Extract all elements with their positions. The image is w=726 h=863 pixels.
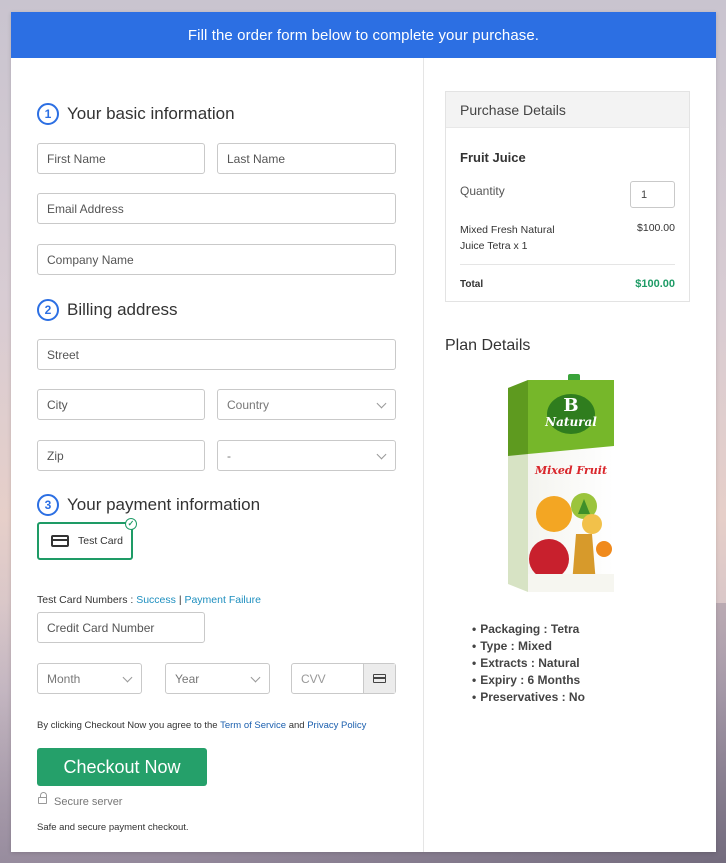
street-input[interactable]: Street: [37, 339, 396, 370]
test-numbers-label: Test Card Numbers :: [37, 594, 134, 606]
zip-placeholder: Zip: [47, 448, 64, 463]
test-card-numbers: Test Card Numbers : Success | Payment Fa…: [37, 594, 261, 606]
header-banner: Fill the order form below to complete yo…: [11, 12, 716, 58]
email-input[interactable]: Email Address: [37, 193, 396, 224]
lock-icon: [38, 792, 47, 804]
month-value: Month: [47, 671, 81, 686]
item-price: $100.00: [637, 222, 675, 234]
zip-input[interactable]: Zip: [37, 440, 205, 471]
svg-text:Mixed Fruit: Mixed Fruit: [534, 464, 607, 477]
svg-text:Natural: Natural: [544, 415, 597, 429]
chevron-down-icon: [376, 449, 387, 460]
product-name: Fruit Juice: [460, 150, 526, 165]
divider: [460, 264, 675, 265]
terms-of-service-link[interactable]: Term of Service: [220, 720, 286, 731]
section-billing: 2 Billing address: [37, 299, 178, 321]
item-description: Mixed Fresh Natural Juice Tetra x 1: [460, 222, 555, 254]
checkout-now-button[interactable]: Checkout Now: [37, 748, 207, 786]
company-input[interactable]: Company Name: [37, 244, 396, 275]
first-name-placeholder: First Name: [47, 151, 106, 166]
step-3-icon: 3: [37, 494, 59, 516]
step-2-icon: 2: [37, 299, 59, 321]
total-label: Total: [460, 279, 484, 290]
item-line-1: Mixed Fresh Natural: [460, 224, 555, 236]
feature-item: Packaging : Tetra: [472, 620, 585, 637]
form-column: 1 Your basic information First Name Last…: [11, 58, 424, 852]
quantity-value: 1: [641, 188, 648, 201]
section-title: Your payment information: [67, 495, 261, 514]
feature-item: Expiry : 6 Months: [472, 671, 585, 688]
checkout-button-label: Checkout Now: [63, 756, 181, 777]
state-select[interactable]: -: [217, 440, 396, 471]
last-name-input[interactable]: Last Name: [217, 143, 396, 174]
purchase-details-header: Purchase Details: [446, 92, 689, 128]
separator: |: [178, 594, 182, 606]
test-card-label: Test Card: [78, 535, 123, 547]
credit-card-icon: [51, 535, 69, 547]
street-placeholder: Street: [47, 347, 80, 362]
terms-and: and: [288, 720, 305, 731]
product-image: B Natural Mixed Fruit: [508, 374, 614, 592]
step-1-icon: 1: [37, 103, 59, 125]
terms-text: By clicking Checkout Now you agree to th…: [37, 720, 366, 731]
secure-server-text: Secure server: [54, 796, 123, 808]
first-name-input[interactable]: First Name: [37, 143, 205, 174]
country-value: Country: [227, 397, 270, 412]
last-name-placeholder: Last Name: [227, 151, 286, 166]
chevron-down-icon: [376, 398, 387, 409]
quantity-label: Quantity: [460, 184, 505, 198]
section-title: Your basic information: [67, 104, 235, 123]
summary-column: Purchase Details Fruit Juice Quantity 1 …: [424, 58, 716, 852]
feature-item: Type : Mixed: [472, 637, 585, 654]
month-select[interactable]: Month: [37, 663, 142, 694]
email-placeholder: Email Address: [47, 201, 124, 216]
payment-failure-link[interactable]: Payment Failure: [184, 594, 260, 606]
state-value: -: [227, 448, 231, 463]
svg-text:B: B: [563, 395, 578, 416]
quantity-input[interactable]: 1: [630, 181, 675, 208]
city-placeholder: City: [47, 397, 68, 412]
check-icon: ✓: [125, 518, 137, 530]
card-number-placeholder: Credit Card Number: [47, 620, 155, 635]
feature-item: Preservatives : No: [472, 688, 585, 705]
section-payment: 3 Your payment information: [37, 494, 260, 516]
plan-features-list: Packaging : Tetra Type : Mixed Extracts …: [472, 620, 585, 705]
chevron-down-icon: [250, 672, 261, 683]
total-value: $100.00: [635, 278, 675, 290]
year-select[interactable]: Year: [165, 663, 270, 694]
test-card-option[interactable]: Test Card ✓: [37, 518, 137, 560]
section-title: Billing address: [67, 300, 178, 319]
section-basic-info: 1 Your basic information: [37, 103, 235, 125]
banner-text: Fill the order form below to complete yo…: [187, 26, 540, 44]
order-form-card: Fill the order form below to complete yo…: [11, 12, 716, 852]
cvv-input[interactable]: CVV: [291, 663, 396, 694]
feature-item: Extracts : Natural: [472, 654, 585, 671]
city-input[interactable]: City: [37, 389, 205, 420]
cvv-placeholder: CVV: [301, 671, 326, 686]
purchase-details-box: Purchase Details Fruit Juice Quantity 1 …: [445, 91, 690, 302]
cvv-card-icon: [363, 664, 395, 693]
secure-note: Safe and secure payment checkout.: [37, 822, 189, 833]
item-line-2: Juice Tetra x 1: [460, 240, 528, 252]
company-placeholder: Company Name: [47, 252, 134, 267]
year-value: Year: [175, 671, 200, 686]
terms-prefix: By clicking Checkout Now you agree to th…: [37, 720, 218, 731]
chevron-down-icon: [122, 672, 133, 683]
privacy-policy-link[interactable]: Privacy Policy: [307, 720, 366, 731]
card-number-input[interactable]: Credit Card Number: [37, 612, 205, 643]
plan-details-title: Plan Details: [445, 337, 531, 354]
success-link[interactable]: Success: [136, 594, 176, 606]
country-select[interactable]: Country: [217, 389, 396, 420]
